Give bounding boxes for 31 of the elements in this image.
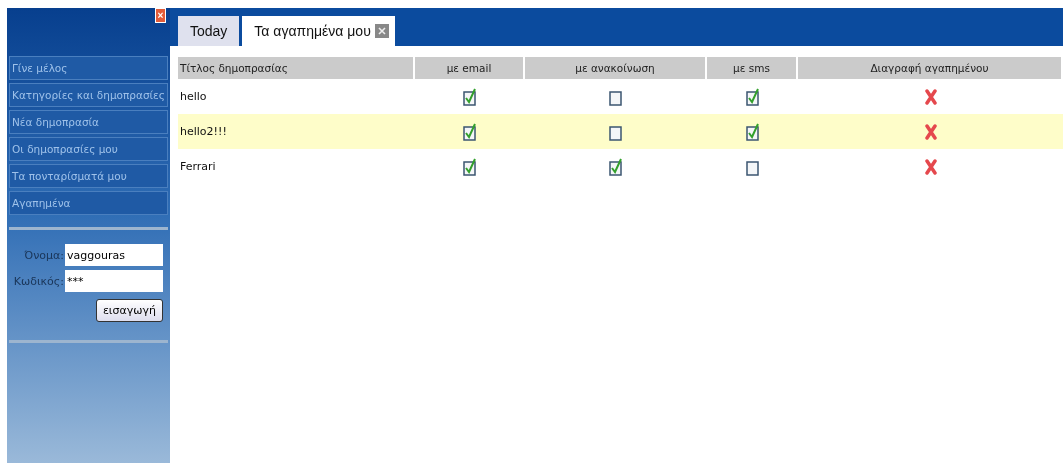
column-header: Διαγραφή αγαπημένου [798, 57, 1063, 79]
column-header: Τίτλος δημοπρασίας [178, 57, 415, 79]
checked-checkbox[interactable] [463, 87, 477, 106]
close-button[interactable]: × [155, 8, 166, 23]
column-header: με ανακοίνωση [525, 57, 707, 79]
column-header: με sms [707, 57, 798, 79]
checked-checkbox[interactable] [745, 87, 760, 106]
column-header: με email [415, 57, 525, 79]
password-field[interactable]: *** [65, 270, 163, 292]
menu-item[interactable]: Τα πονταρίσματά μου [9, 164, 168, 188]
checked-checkbox[interactable] [745, 122, 760, 141]
menu-item[interactable]: Οι δημοπρασίες μου [9, 137, 168, 161]
table-cell: hello2!!! [178, 114, 415, 149]
tab[interactable]: Today [178, 16, 240, 46]
menu-item[interactable]: Αγαπημένα [9, 191, 168, 215]
checked-checkbox[interactable] [609, 157, 623, 176]
checked-checkbox[interactable] [463, 157, 477, 176]
delete-icon[interactable] [924, 123, 937, 140]
menu-item[interactable]: Γίνε μέλος [9, 56, 168, 80]
tab[interactable]: Τα αγαπημένα μου [242, 16, 395, 46]
menu-item[interactable]: Κατηγορίες και δημοπρασίες [9, 83, 168, 107]
close-icon [377, 27, 386, 35]
menu-item[interactable]: Νέα δημοπρασία [9, 110, 168, 134]
field-label: Κωδικός: [12, 274, 65, 288]
close-tab-button[interactable] [374, 24, 389, 38]
field-label: Όνομα: [23, 248, 65, 262]
login-button[interactable]: εισαγωγή [95, 299, 163, 322]
delete-icon[interactable] [924, 158, 937, 175]
username-field[interactable]: vaggouras [65, 244, 163, 266]
checked-checkbox[interactable] [463, 122, 477, 141]
delete-icon[interactable] [924, 88, 937, 105]
